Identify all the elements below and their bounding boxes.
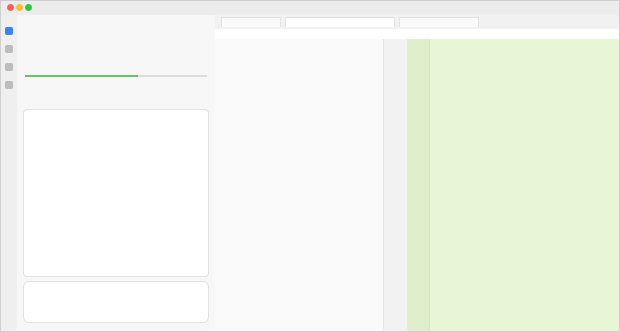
activity-bar: [1, 15, 18, 331]
editor-tabs: [215, 15, 619, 30]
settings-icon[interactable]: [5, 81, 13, 89]
plan-body: [30, 126, 202, 270]
plan-card: [23, 109, 209, 277]
editor-area: [215, 39, 619, 331]
folder-icon[interactable]: [5, 63, 13, 71]
zoom-window-icon[interactable]: [25, 4, 32, 11]
assistant-panel: [17, 15, 216, 331]
modified-file-pane: [407, 39, 619, 331]
search-icon[interactable]: [5, 45, 13, 53]
tab-3[interactable]: [399, 17, 479, 27]
tab-2[interactable]: [285, 17, 395, 27]
editor: [215, 15, 619, 331]
message-composer[interactable]: [23, 281, 209, 323]
tab-1[interactable]: [221, 17, 281, 27]
original-file-pane: [215, 39, 408, 331]
close-window-icon[interactable]: [7, 4, 14, 11]
diff-gutter: [383, 39, 409, 331]
progress-bar: [25, 75, 207, 77]
title-bar: [1, 1, 619, 16]
progress-fill: [25, 75, 138, 77]
chat-icon[interactable]: [5, 27, 13, 35]
window-frame: [0, 0, 620, 332]
minimize-window-icon[interactable]: [16, 4, 23, 11]
line-numbers: [407, 39, 430, 331]
